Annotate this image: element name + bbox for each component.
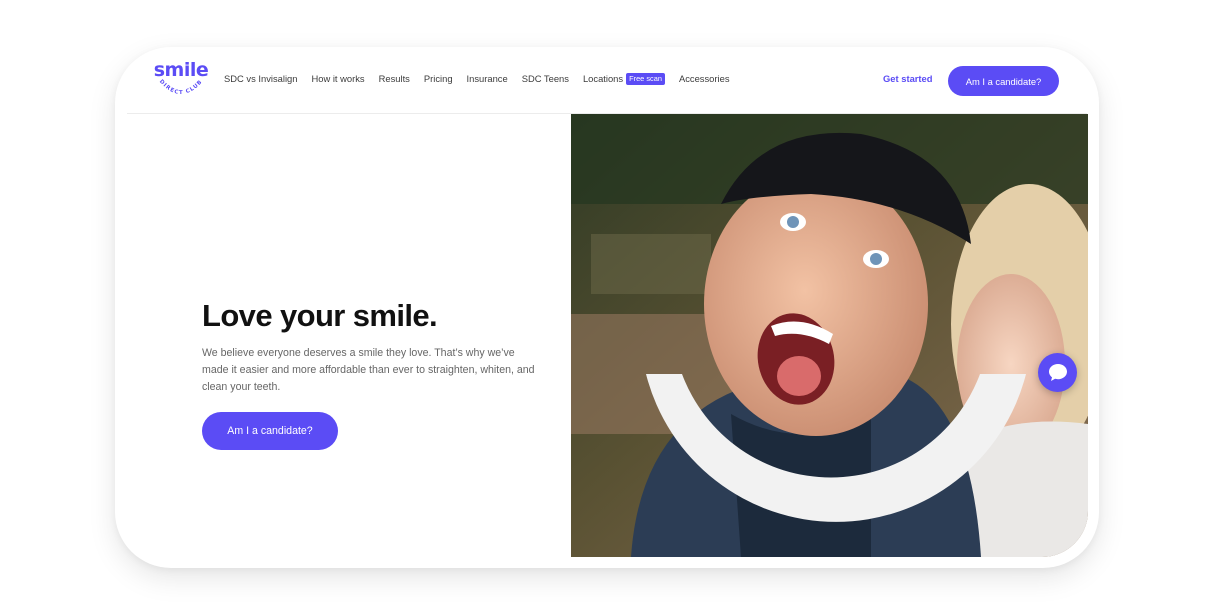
hero-title: Love your smile. (202, 298, 438, 333)
nav-link-pricing[interactable]: Pricing (424, 71, 453, 87)
nav-candidate-button[interactable]: Am I a candidate? (948, 66, 1059, 96)
get-started-link[interactable]: Get started (883, 73, 933, 84)
nav-link-how-it-works[interactable]: How it works (311, 71, 364, 87)
hero-candidate-button[interactable]: Am I a candidate? (202, 412, 338, 450)
couple-photo-icon (571, 114, 1088, 557)
browser-frame: smile DIRECT CLUB SDC vs Invisalign How … (115, 47, 1099, 568)
nav-link-results[interactable]: Results (379, 71, 410, 87)
hero-image (571, 114, 1088, 557)
smile-direct-club-logo[interactable]: smile DIRECT CLUB (153, 59, 209, 105)
svg-text:DIRECT CLUB: DIRECT CLUB (158, 79, 204, 96)
nav-link-locations-label: Locations (582, 73, 624, 84)
chat-bubble-icon[interactable] (1038, 353, 1077, 392)
nav-link-sdc-teens[interactable]: SDC Teens (522, 71, 569, 87)
free-scan-badge: Free scan (626, 73, 665, 85)
nav-link-insurance[interactable]: Insurance (467, 71, 508, 87)
top-navigation: smile DIRECT CLUB SDC vs Invisalign How … (127, 47, 1087, 114)
nav-link-sdc-vs-invisalign[interactable]: SDC vs Invisalign (224, 71, 297, 87)
chat-icon (1048, 364, 1067, 381)
hero-description: We believe everyone deserves a smile the… (202, 347, 535, 393)
main-nav: SDC vs Invisalign How it works Results P… (224, 71, 744, 87)
nav-link-accessories[interactable]: Accessories (679, 71, 730, 87)
hero-copy: Love your smile. We believe everyone des… (202, 297, 552, 450)
logo-tagline-arc: DIRECT CLUB (158, 79, 204, 96)
nav-link-locations[interactable]: Locations Free scan (583, 71, 665, 87)
